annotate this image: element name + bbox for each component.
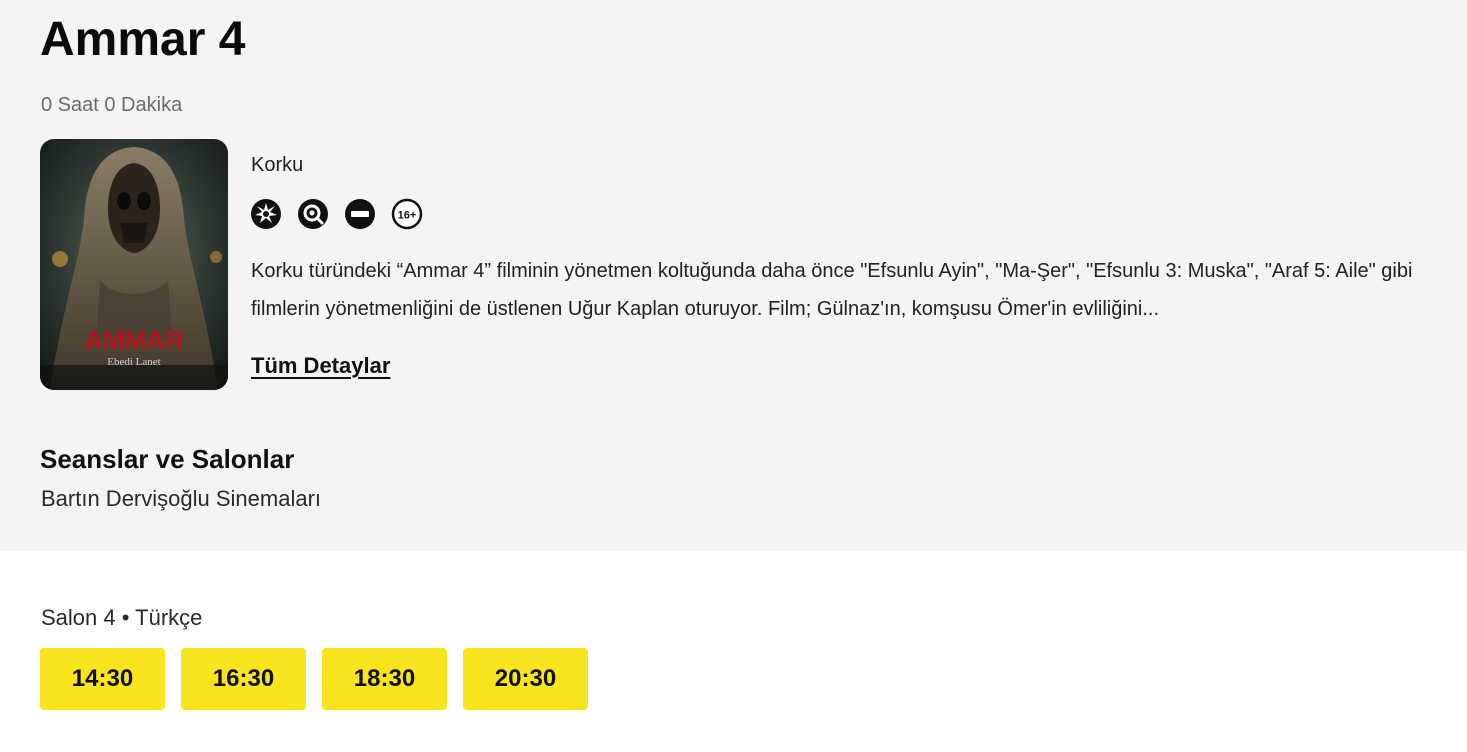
poster-title-text: AMMAR	[84, 325, 184, 355]
showtime-button[interactable]: 20:30	[463, 648, 588, 710]
movie-info-panel: Ammar 4 0 Saat 0 Dakika AMMAR Ebedi Lane…	[0, 0, 1467, 551]
negative-example-icon	[345, 199, 375, 229]
movie-title: Ammar 4	[40, 13, 246, 66]
age-badge-text: 16+	[398, 210, 417, 222]
movie-poster[interactable]: AMMAR Ebedi Lanet	[40, 139, 228, 390]
content-rating-icons: 16+	[250, 198, 423, 230]
age-16-plus-icon: 16+	[391, 198, 423, 230]
sessions-heading: Seanslar ve Salonlar	[40, 444, 295, 474]
fear-icon	[298, 199, 328, 229]
showtime-list: 14:30 16:30 18:30 20:30	[40, 648, 588, 710]
showtime-button[interactable]: 16:30	[181, 648, 306, 710]
movie-duration: 0 Saat 0 Dakika	[41, 94, 183, 116]
all-details-link[interactable]: Tüm Detaylar	[251, 351, 390, 381]
cinema-name: Bartın Dervişoğlu Sinemaları	[41, 486, 322, 511]
movie-synopsis: Korku türündeki “Ammar 4” filminin yönet…	[251, 260, 1413, 320]
showtime-button[interactable]: 18:30	[322, 648, 447, 710]
hall-language-info: Salon 4 • Türkçe	[41, 605, 203, 630]
showtime-button[interactable]: 14:30	[40, 648, 165, 710]
poster-artwork: AMMAR Ebedi Lanet	[40, 139, 228, 390]
violence-icon	[251, 199, 281, 229]
poster-subtitle-text: Ebedi Lanet	[107, 356, 160, 368]
movie-genre: Korku	[251, 154, 304, 176]
